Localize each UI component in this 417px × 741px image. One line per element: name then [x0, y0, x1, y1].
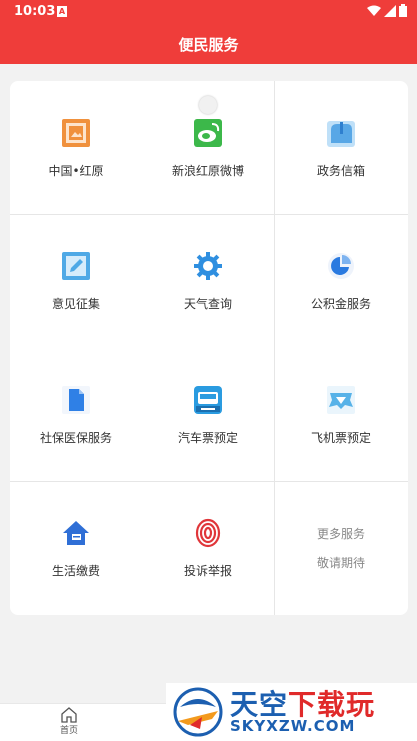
weibo-icon	[194, 119, 222, 147]
signal-icon	[384, 4, 396, 17]
gear-icon	[194, 252, 222, 280]
battery-icon	[399, 4, 407, 17]
picture-icon	[62, 119, 90, 147]
service-bus-ticket[interactable]: 汽车票预定	[172, 385, 244, 446]
service-label: 政务信箱	[316, 164, 365, 178]
watermark-domain: SKYXZW.COM	[230, 717, 356, 735]
service-housing-fund[interactable]: 公积金服务	[301, 251, 381, 312]
status-notification-icon: A	[57, 6, 67, 17]
service-sina-weibo[interactable]: 新浪红原微博	[160, 118, 256, 179]
edit-icon	[62, 252, 90, 280]
service-label: 意见征集	[51, 297, 100, 311]
service-label: 生活缴费	[51, 564, 100, 578]
status-icons	[367, 4, 407, 17]
services-grid: 中国•红原 新浪红原微博 政务信箱 意见征集 天气查询 公积金服务 社保医保服务…	[10, 81, 408, 615]
bus-icon	[194, 386, 222, 414]
home-icon	[61, 707, 77, 723]
status-bar: 10:03 A	[0, 0, 417, 24]
more-services-placeholder: 更多服务 敬请期待	[274, 481, 408, 615]
tab-home[interactable]: 首页	[54, 706, 84, 736]
app-bar: 便民服务	[0, 24, 417, 64]
service-label: 汽车票预定	[177, 431, 238, 445]
mailbox-icon	[327, 121, 355, 147]
coming-soon-text: 敬请期待	[316, 556, 365, 570]
service-label: 社保医保服务	[39, 431, 112, 445]
service-life-payment[interactable]: 生活缴费	[48, 518, 104, 579]
status-time: 10:03	[14, 4, 56, 19]
tab-home-label: 首页	[59, 726, 78, 736]
service-label: 中国•红原	[48, 164, 104, 178]
service-weather[interactable]: 天气查询	[170, 251, 246, 312]
airplane-icon	[327, 386, 355, 414]
watermark: 天空下载玩 SKYXZW.COM	[166, 683, 417, 741]
service-label: 飞机票预定	[310, 431, 371, 445]
service-label: 天气查询	[183, 297, 232, 311]
fingerprint-icon	[195, 518, 221, 548]
service-complaint-report[interactable]: 投诉举报	[180, 518, 236, 579]
floating-dot	[199, 96, 217, 114]
pie-chart-icon	[328, 253, 354, 279]
watermark-logo-icon	[173, 687, 223, 737]
service-government-mailbox[interactable]: 政务信箱	[300, 118, 382, 179]
service-social-insurance[interactable]: 社保医保服务	[36, 385, 116, 446]
grid-divider	[10, 214, 408, 215]
service-opinion-collection[interactable]: 意见征集	[43, 251, 109, 312]
service-flight-ticket[interactable]: 飞机票预定	[301, 385, 381, 446]
service-label: 新浪红原微博	[171, 164, 244, 178]
service-china-hongyuan[interactable]: 中国•红原	[43, 118, 109, 179]
wifi-icon	[367, 5, 381, 16]
service-label: 公积金服务	[310, 297, 371, 311]
service-label: 投诉举报	[183, 564, 232, 578]
document-icon	[62, 386, 90, 414]
more-services-text: 更多服务	[316, 527, 365, 541]
house-icon	[63, 521, 89, 545]
page-title: 便民服务	[178, 36, 239, 54]
